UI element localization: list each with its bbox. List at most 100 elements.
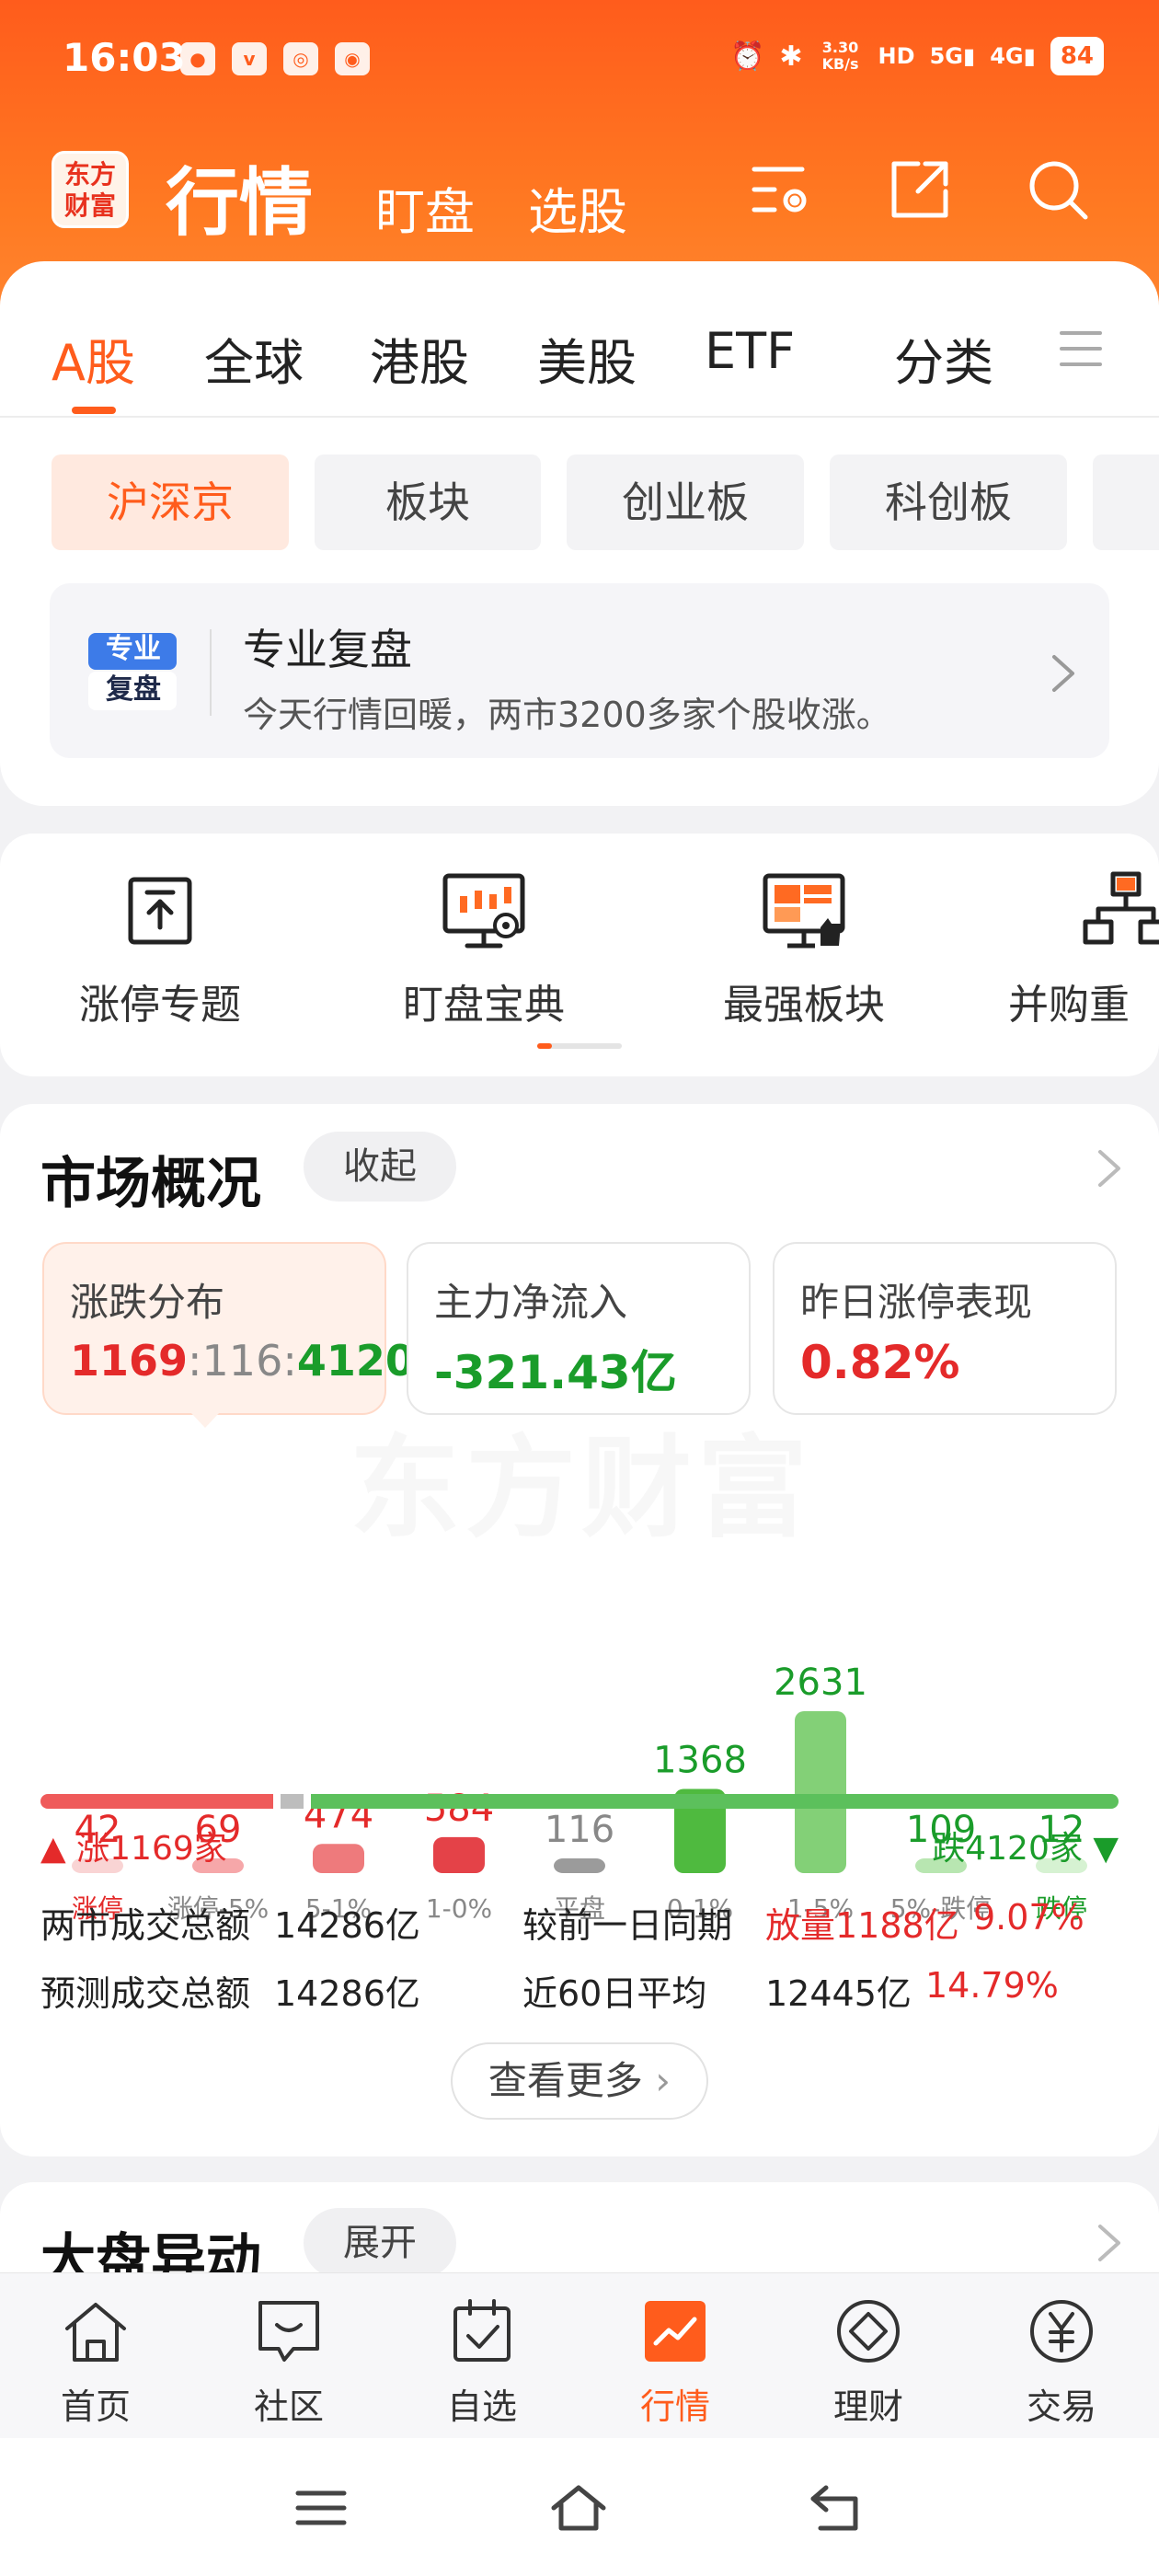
market-tabs-card: A股 全球 港股 美股 ETF 分类 沪深京 板块 创业板 科创板 专业 复盘 …	[0, 261, 1159, 806]
tab-global[interactable]: 全球	[204, 322, 304, 395]
system-nav-bar	[0, 2438, 1159, 2576]
share-icon[interactable]	[885, 155, 955, 224]
chevron-right-icon: ›	[655, 2058, 671, 2103]
nav-wealth[interactable]: 理财	[786, 2295, 951, 2429]
bank-icon: ◉	[335, 42, 370, 75]
subtab-star-market[interactable]: 科创板	[830, 454, 1067, 550]
monitor-candlestick-icon	[442, 873, 525, 949]
stat-label: 昨日涨停表现	[800, 1280, 1033, 1325]
status-notification-icons: ● v ◎ ◉	[180, 42, 370, 75]
review-badge-top: 专业	[106, 633, 161, 665]
signal-5g-icon: 5G▮	[929, 43, 976, 69]
tab-a-shares[interactable]: A股	[52, 322, 135, 395]
tools-scroll-thumb	[537, 1043, 552, 1049]
market-icon	[645, 2301, 706, 2362]
tools-card: 涨停专题 盯盘宝典 最强板块 并购重	[0, 834, 1159, 1076]
distribution-bar[interactable]	[795, 1711, 846, 1873]
status-right-icons: ⏰ ✱ 3.30 KB/s HD 5G▮ 4G▮ 84	[730, 37, 1104, 75]
tab-hk-stocks[interactable]: 港股	[370, 322, 469, 395]
vivo-icon: v	[232, 42, 267, 75]
list-settings-icon[interactable]	[747, 155, 817, 224]
subtab-chinext[interactable]: 创业板	[567, 454, 804, 550]
limit-up-icon	[128, 877, 192, 945]
wechat-icon: ●	[180, 42, 215, 75]
tool-limit-up[interactable]: 涨停专题	[40, 867, 280, 1030]
bluetooth-icon: ✱	[779, 40, 803, 73]
view-more-button[interactable]: 查看更多 ›	[451, 2042, 708, 2120]
strongest-sector-icon	[763, 873, 845, 949]
nav-watchlist[interactable]: 自选	[399, 2295, 565, 2429]
down-ratio-bar	[311, 1794, 1119, 1809]
eastmoney-logo[interactable]: 东方 财富	[52, 151, 129, 228]
battery-icon: 84	[1050, 37, 1104, 75]
wealth-icon	[837, 2300, 900, 2363]
down-total: 跌4120家 ▼	[932, 1830, 1119, 1868]
arrow-down-icon: ▼	[1093, 1830, 1119, 1868]
subtab-sectors[interactable]: 板块	[315, 454, 541, 550]
stat-yesterday-limit-up[interactable]: 昨日涨停表现 0.82%	[773, 1242, 1117, 1415]
tool-label: 盯盘宝典	[403, 982, 565, 1029]
signal-4g-icon: 4G▮	[990, 43, 1036, 69]
nav-community[interactable]: 社区	[206, 2295, 372, 2429]
distribution-count: 116	[545, 1809, 614, 1851]
distribution-count: 2631	[774, 1662, 867, 1704]
nav-watch[interactable]: 盯盘	[375, 171, 475, 244]
arrow-up-icon: ▲	[40, 1830, 66, 1868]
back-icon[interactable]	[806, 2480, 866, 2536]
network-speed: 3.30 KB/s	[821, 39, 859, 73]
menu-icon[interactable]	[1058, 326, 1104, 372]
tab-category[interactable]: 分类	[894, 322, 993, 395]
chevron-right-icon[interactable]	[1096, 1148, 1122, 1189]
stat-distribution[interactable]: 涨跌分布 1169:116:4120	[42, 1242, 415, 1415]
stat-label: 主力净流入	[434, 1280, 628, 1325]
home-button-icon[interactable]	[548, 2480, 609, 2536]
tool-label: 并购重	[1008, 982, 1130, 1029]
alarm-icon: ⏰	[730, 40, 765, 73]
tabs-divider	[0, 416, 1159, 418]
sub-tabs: 沪深京 板块 创业板 科创板	[0, 454, 1159, 550]
nav-market[interactable]: 行情	[592, 2295, 758, 2429]
tool-merger[interactable]: 并购重	[1008, 867, 1159, 1030]
nav-stock-picker[interactable]: 选股	[528, 171, 627, 244]
distribution-bar[interactable]	[313, 1844, 364, 1873]
search-icon[interactable]	[1023, 155, 1093, 224]
tool-watch-guide[interactable]: 盯盘宝典	[364, 867, 603, 1030]
tool-strongest-sector[interactable]: 最强板块	[684, 867, 924, 1030]
status-time: 16:03	[63, 35, 186, 80]
review-title: 专业复盘	[243, 625, 412, 674]
tool-label: 最强板块	[723, 982, 885, 1029]
review-badge-bottom: 复盘	[106, 673, 161, 706]
distribution-count: 1368	[653, 1739, 747, 1781]
tab-us-stocks[interactable]: 美股	[537, 322, 637, 395]
review-banner[interactable]: 专业 复盘 专业复盘 今天行情回暖，两市3200多家个股收涨。	[50, 583, 1109, 758]
chevron-right-icon[interactable]	[1096, 2223, 1122, 2263]
subtab-more[interactable]	[1093, 454, 1159, 550]
stat-value: -321.43亿	[434, 1346, 677, 1399]
nav-trade[interactable]: 交易	[979, 2295, 1144, 2429]
home-icon	[65, 2303, 126, 2362]
distribution-bar[interactable]	[554, 1858, 605, 1873]
active-tab-indicator	[72, 407, 116, 414]
flat-ratio-bar	[281, 1794, 304, 1809]
distribution-bar[interactable]	[433, 1836, 485, 1873]
market-tabs: A股 全球 港股 美股 ETF 分类	[0, 261, 1159, 416]
org-chart-icon	[1083, 871, 1159, 945]
stat-label: 涨跌分布	[70, 1280, 225, 1325]
page-title: 行情	[166, 160, 313, 246]
tool-label: 涨停专题	[79, 982, 241, 1029]
collapse-button[interactable]: 收起	[304, 1132, 456, 1202]
chevron-right-icon	[1052, 655, 1074, 692]
subtab-shanghai-shenzhen-beijing[interactable]: 沪深京	[52, 454, 289, 550]
nav-home[interactable]: 首页	[13, 2295, 178, 2429]
status-bar: 16:03 ● v ◎ ◉ ⏰ ✱ 3.30 KB/s HD 5G▮ 4G▮ 8…	[0, 0, 1159, 120]
app-icon: ◎	[283, 42, 318, 75]
recent-apps-icon[interactable]	[291, 2480, 351, 2536]
community-icon	[258, 2301, 319, 2362]
stat-main-net-inflow[interactable]: 主力净流入 -321.43亿	[407, 1242, 751, 1415]
tab-etf[interactable]: ETF	[705, 322, 795, 380]
stat-value: 0.82%	[800, 1336, 960, 1389]
expand-button[interactable]: 展开	[304, 2208, 456, 2278]
bottom-nav: 首页 社区 自选 行情 理财 交易	[0, 2272, 1159, 2438]
trade-icon	[1030, 2300, 1093, 2363]
up-total: ▲ 涨1169家	[40, 1830, 227, 1868]
